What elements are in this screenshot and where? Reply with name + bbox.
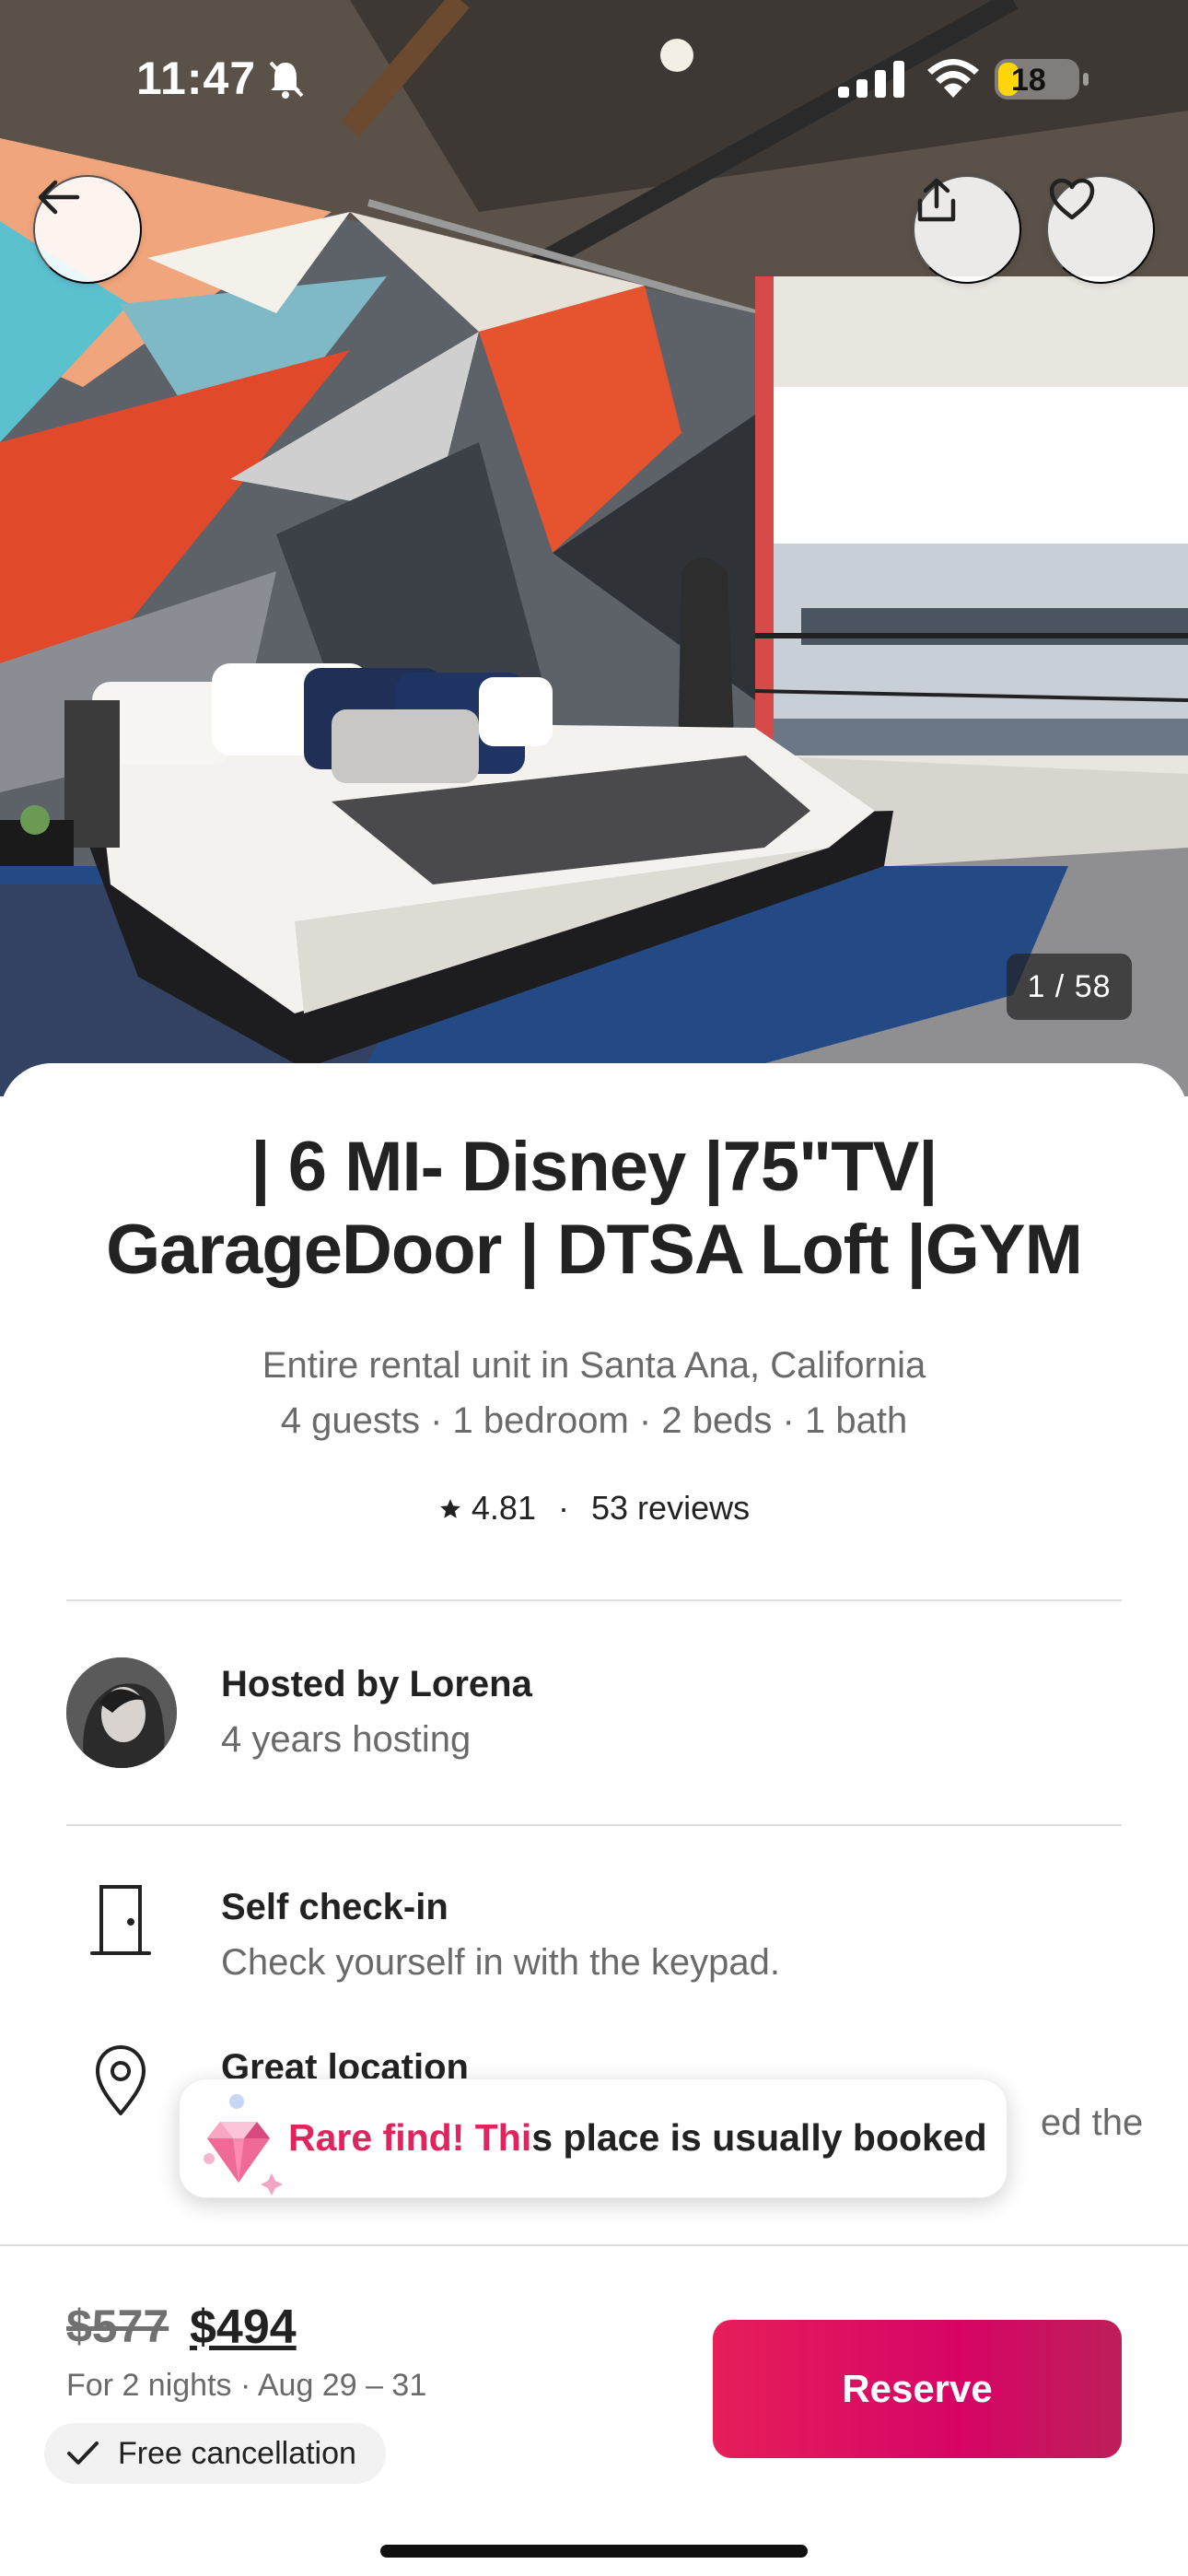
host-photo	[66, 1657, 177, 1768]
booking-bar: $577 $494 For 2 nights · Aug 29 – 31 Fre…	[0, 2244, 1188, 2576]
feature-self-checkin-desc: Check yourself in with the keypad.	[221, 1942, 780, 1983]
home-indicator[interactable]	[380, 2545, 808, 2558]
rare-find-toast[interactable]: Rare find! This place is usually booked	[179, 2078, 1007, 2198]
listing-summary: Entire rental unit in Santa Ana, Califor…	[55, 1338, 1133, 1448]
listing-photo[interactable]: 11:47 18 1 / 58	[0, 0, 1188, 1096]
share-icon	[917, 178, 956, 222]
arrow-left-icon	[38, 180, 80, 215]
rare-find-message: Rare find! This place is usually booked	[288, 2116, 987, 2160]
listing-type-location: Entire rental unit in Santa Ana, Califor…	[262, 1345, 926, 1386]
status-time: 11:47	[136, 53, 257, 104]
listing-details: | 6 MI- Disney |75"TV| GarageDoor | DTSA…	[0, 1063, 1188, 2247]
bedroom-photo	[0, 0, 1188, 1096]
rating-row[interactable]: 4.81 · 53 reviews	[55, 1489, 1133, 1528]
listing-title: | 6 MI- Disney |75"TV| GarageDoor | DTSA…	[106, 1128, 1083, 1289]
heart-icon	[1049, 178, 1095, 220]
status-bar: 11:47 18	[0, 0, 1188, 157]
bell-muted-icon	[269, 61, 304, 99]
back-button[interactable]	[33, 175, 142, 284]
rare-find-text: s place is usually booked	[531, 2116, 987, 2159]
divider	[66, 1824, 1122, 1826]
rating-separator: ·	[558, 1489, 569, 1527]
reviews-link[interactable]: 53 reviews	[591, 1489, 750, 1527]
wifi-icon	[927, 59, 979, 98]
cellular-signal-icon	[838, 61, 904, 98]
divider	[66, 1599, 1122, 1601]
reserve-button[interactable]: Reserve	[713, 2320, 1122, 2458]
diamond-gem-icon	[204, 2094, 283, 2195]
rating-value: 4.81	[471, 1489, 536, 1527]
battery-percent: 18	[1011, 63, 1046, 98]
feature-self-checkin-title: Self check-in	[221, 1887, 448, 1927]
host-name[interactable]: Hosted by Lorena	[221, 1664, 532, 1705]
checkmark-icon	[67, 2441, 99, 2465]
original-price: $577	[66, 2301, 169, 2352]
listing-capacity: 4 guests · 1 bedroom · 2 beds · 1 bath	[280, 1400, 908, 1441]
location-pin-icon	[96, 2045, 146, 2115]
rare-find-highlight: Rare find! Thi	[288, 2116, 532, 2159]
door-icon	[90, 1885, 151, 1955]
star-icon	[440, 1499, 460, 1518]
photo-counter: 1 / 58	[1007, 954, 1132, 1020]
discounted-price[interactable]: $494	[190, 2300, 297, 2355]
free-cancellation-badge: Free cancellation	[44, 2423, 386, 2484]
battery-indicator: 18	[995, 59, 1089, 100]
host-experience: 4 years hosting	[221, 1719, 472, 1760]
feature-location-desc: ed the	[1041, 2102, 1144, 2143]
host-avatar[interactable]	[66, 1657, 177, 1768]
save-favorite-button[interactable]	[1046, 175, 1155, 284]
stay-dates: For 2 nights · Aug 29 – 31	[66, 2368, 427, 2403]
free-cancellation-label: Free cancellation	[118, 2435, 356, 2471]
share-button[interactable]	[913, 175, 1021, 284]
